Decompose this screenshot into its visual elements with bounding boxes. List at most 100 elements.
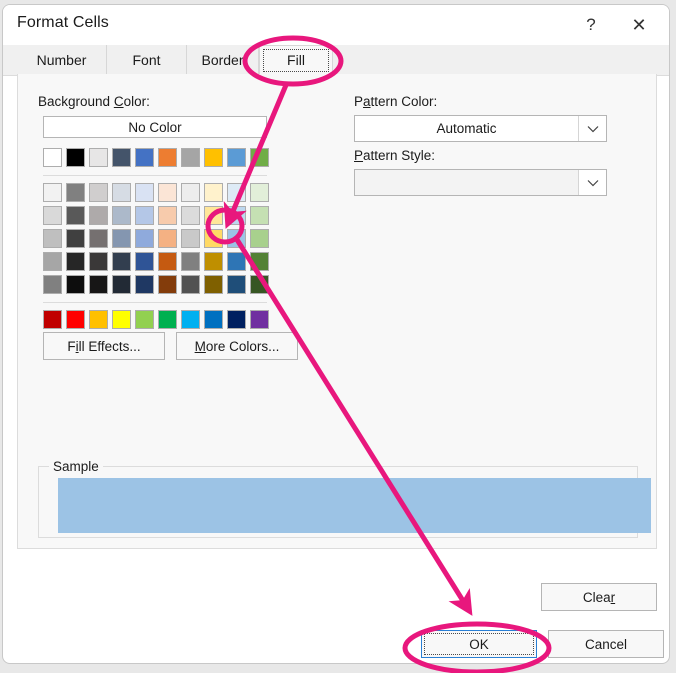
swatch-tint-2-4[interactable] xyxy=(112,206,131,225)
swatch-tint-2-3[interactable] xyxy=(89,206,108,225)
swatch-theme-2[interactable] xyxy=(66,148,85,167)
more-colors-button[interactable]: More Colors... xyxy=(176,332,298,360)
palette-standard-row xyxy=(43,310,269,333)
fill-effects-button[interactable]: Fill Effects... xyxy=(43,332,165,360)
swatch-tint-3-4[interactable] xyxy=(112,229,131,248)
swatch-theme-7[interactable] xyxy=(181,148,200,167)
swatch-tint-3-9[interactable] xyxy=(227,229,246,248)
swatch-standard-2[interactable] xyxy=(66,310,85,329)
swatch-tint-3-5[interactable] xyxy=(135,229,154,248)
swatch-theme-3[interactable] xyxy=(89,148,108,167)
pattern-style-label: Pattern Style: xyxy=(354,148,436,163)
swatch-tint-1-3[interactable] xyxy=(89,183,108,202)
swatch-tint-2-6[interactable] xyxy=(158,206,177,225)
pattern-color-dropdown[interactable]: Automatic xyxy=(354,115,607,142)
title-bar: Format Cells ? ✕ xyxy=(3,5,669,45)
palette-theme-row xyxy=(43,148,269,171)
swatch-tint-1-5[interactable] xyxy=(135,183,154,202)
swatch-theme-1[interactable] xyxy=(43,148,62,167)
fill-effects-label: Fill Effects... xyxy=(67,338,141,354)
pattern-color-label: Pattern Color: xyxy=(354,94,438,109)
ok-button[interactable]: OK xyxy=(421,630,537,658)
swatch-theme-5[interactable] xyxy=(135,148,154,167)
swatch-tint-4-6[interactable] xyxy=(158,252,177,271)
tab-font-label: Font xyxy=(132,52,161,68)
swatch-tint-4-3[interactable] xyxy=(89,252,108,271)
swatch-tint-1-9[interactable] xyxy=(227,183,246,202)
swatch-tint-1-8[interactable] xyxy=(204,183,223,202)
no-color-button[interactable]: No Color xyxy=(43,116,267,138)
swatch-theme-6[interactable] xyxy=(158,148,177,167)
swatch-tint-2-5[interactable] xyxy=(135,206,154,225)
palette-tint-row-2 xyxy=(43,206,269,229)
swatch-standard-5[interactable] xyxy=(135,310,154,329)
swatch-tint-4-1[interactable] xyxy=(43,252,62,271)
swatch-tint-5-1[interactable] xyxy=(43,275,62,294)
swatch-theme-9[interactable] xyxy=(227,148,246,167)
swatch-tint-5-9[interactable] xyxy=(227,275,246,294)
swatch-tint-5-6[interactable] xyxy=(158,275,177,294)
swatch-tint-4-2[interactable] xyxy=(66,252,85,271)
tab-number[interactable]: Number xyxy=(17,45,107,75)
swatch-tint-3-7[interactable] xyxy=(181,229,200,248)
swatch-tint-5-7[interactable] xyxy=(181,275,200,294)
swatch-tint-1-2[interactable] xyxy=(66,183,85,202)
palette-tint-row-5 xyxy=(43,275,269,298)
swatch-tint-3-8[interactable] xyxy=(204,229,223,248)
chevron-down-icon[interactable] xyxy=(578,116,606,141)
swatch-standard-6[interactable] xyxy=(158,310,177,329)
clear-button[interactable]: Clear xyxy=(541,583,657,611)
swatch-tint-5-5[interactable] xyxy=(135,275,154,294)
swatch-standard-7[interactable] xyxy=(181,310,200,329)
chevron-down-icon[interactable] xyxy=(578,170,606,195)
swatch-standard-1[interactable] xyxy=(43,310,62,329)
palette-divider-bottom xyxy=(43,302,267,303)
swatch-tint-1-6[interactable] xyxy=(158,183,177,202)
fill-tab-panel: Background Color: No Color Fill Effects.… xyxy=(17,74,657,549)
swatch-tint-2-1[interactable] xyxy=(43,206,62,225)
focus-ring xyxy=(263,49,329,72)
swatch-tint-1-7[interactable] xyxy=(181,183,200,202)
swatch-tint-5-2[interactable] xyxy=(66,275,85,294)
swatch-tint-4-5[interactable] xyxy=(135,252,154,271)
swatch-tint-2-2[interactable] xyxy=(66,206,85,225)
swatch-standard-3[interactable] xyxy=(89,310,108,329)
swatch-tint-1-1[interactable] xyxy=(43,183,62,202)
swatch-standard-8[interactable] xyxy=(204,310,223,329)
swatch-tint-1-10[interactable] xyxy=(250,183,269,202)
tab-fill[interactable]: Fill xyxy=(259,45,333,75)
swatch-standard-10[interactable] xyxy=(250,310,269,329)
swatch-tint-4-7[interactable] xyxy=(181,252,200,271)
swatch-tint-3-1[interactable] xyxy=(43,229,62,248)
swatch-tint-3-3[interactable] xyxy=(89,229,108,248)
swatch-standard-4[interactable] xyxy=(112,310,131,329)
palette-tint-row-3 xyxy=(43,229,269,252)
swatch-tint-3-2[interactable] xyxy=(66,229,85,248)
swatch-theme-10[interactable] xyxy=(250,148,269,167)
swatch-tint-3-10[interactable] xyxy=(250,229,269,248)
swatch-tint-2-7[interactable] xyxy=(181,206,200,225)
swatch-tint-4-9[interactable] xyxy=(227,252,246,271)
swatch-theme-4[interactable] xyxy=(112,148,131,167)
swatch-tint-2-8[interactable] xyxy=(204,206,223,225)
swatch-tint-5-3[interactable] xyxy=(89,275,108,294)
swatch-standard-9[interactable] xyxy=(227,310,246,329)
tab-border[interactable]: Border xyxy=(187,45,259,75)
swatch-tint-4-10[interactable] xyxy=(250,252,269,271)
help-icon[interactable]: ? xyxy=(569,9,613,41)
swatch-tint-2-9[interactable] xyxy=(227,206,246,225)
pattern-style-dropdown[interactable] xyxy=(354,169,607,196)
cancel-button[interactable]: Cancel xyxy=(548,630,664,658)
swatch-tint-2-10[interactable] xyxy=(250,206,269,225)
focus-ring xyxy=(424,633,534,655)
swatch-tint-4-4[interactable] xyxy=(112,252,131,271)
swatch-theme-8[interactable] xyxy=(204,148,223,167)
tab-font[interactable]: Font xyxy=(107,45,187,75)
swatch-tint-5-4[interactable] xyxy=(112,275,131,294)
swatch-tint-5-8[interactable] xyxy=(204,275,223,294)
swatch-tint-5-10[interactable] xyxy=(250,275,269,294)
swatch-tint-3-6[interactable] xyxy=(158,229,177,248)
swatch-tint-1-4[interactable] xyxy=(112,183,131,202)
close-icon[interactable]: ✕ xyxy=(617,9,661,41)
swatch-tint-4-8[interactable] xyxy=(204,252,223,271)
